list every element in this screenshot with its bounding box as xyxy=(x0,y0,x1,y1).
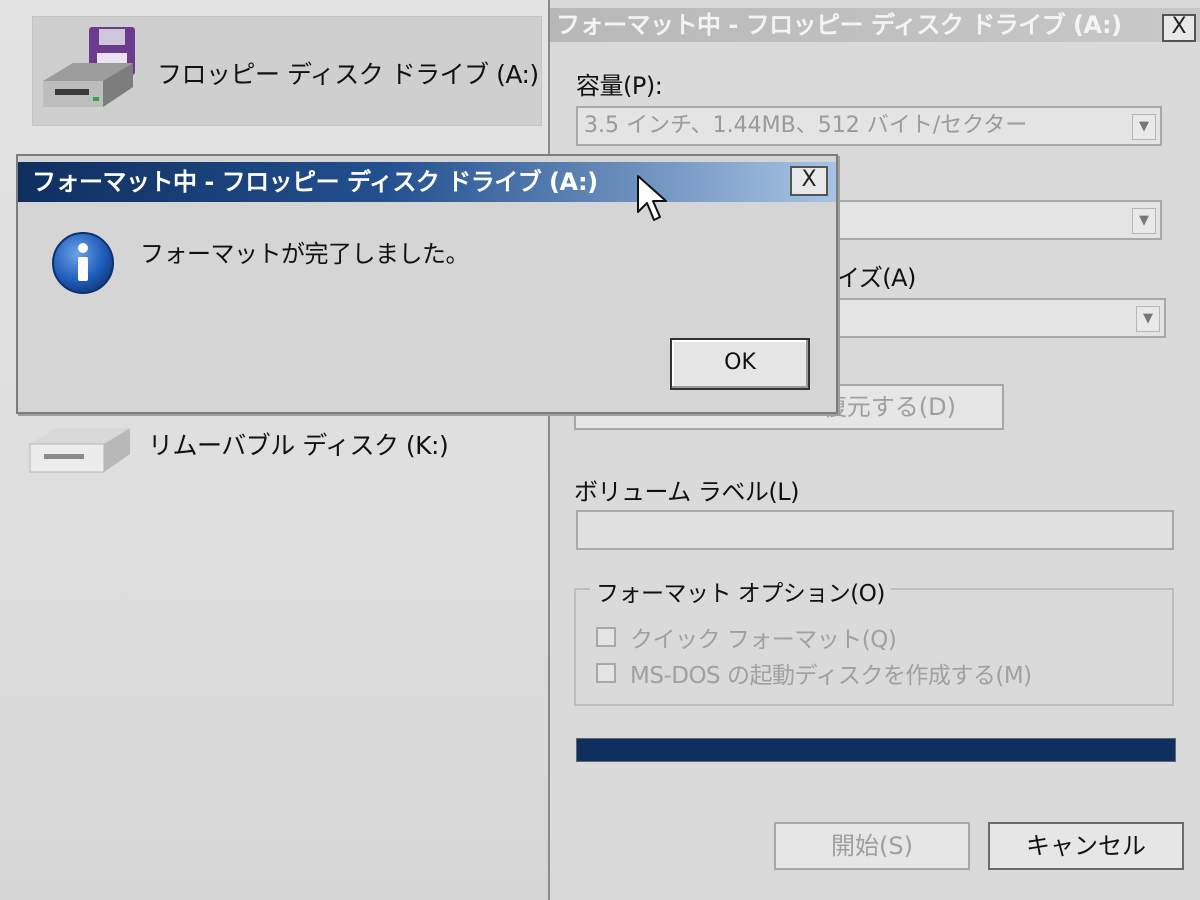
mouse-cursor-icon xyxy=(636,174,670,228)
info-icon xyxy=(50,230,116,300)
floppy-drive-icon xyxy=(33,17,143,123)
volume-label-input[interactable] xyxy=(576,510,1174,550)
close-icon: X xyxy=(1171,14,1187,39)
explorer-pane: フロッピー ディスク ドライブ (A:) リムーバブル ディスク (K:) xyxy=(0,0,548,900)
cancel-label: キャンセル xyxy=(1026,832,1146,860)
volume-label-heading: ボリューム ラベル(L) xyxy=(574,478,800,506)
msdos-boot-option[interactable]: MS-DOS の起動ディスクを作成する(M) xyxy=(596,656,1032,690)
drive-label: リムーバブル ディスク (K:) xyxy=(148,431,449,460)
format-dialog-title: フォーマット中 - フロッピー ディスク ドライブ (A:) xyxy=(550,8,1200,42)
capacity-value: 3.5 インチ、1.44MB、512 バイト/セクター xyxy=(584,113,1028,138)
progress-fill xyxy=(577,739,1175,761)
chevron-down-icon: ▼ xyxy=(1132,208,1156,234)
capacity-select[interactable]: 3.5 インチ、1.44MB、512 バイト/セクター ▼ xyxy=(576,106,1162,146)
message-dialog-title: フォーマット中 - フロッピー ディスク ドライブ (A:) xyxy=(18,162,836,202)
msdos-boot-checkbox[interactable] xyxy=(596,663,616,683)
drive-item-removable[interactable]: リムーバブル ディスク (K:) xyxy=(26,420,526,500)
format-progress-bar xyxy=(576,738,1176,762)
message-dialog-close-button[interactable]: X xyxy=(790,166,828,196)
quick-format-label: クイック フォーマット(Q) xyxy=(630,627,897,653)
quick-format-option[interactable]: クイック フォーマット(Q) xyxy=(596,620,897,654)
capacity-label: 容量(P): xyxy=(576,72,663,100)
start-label: 開始(S) xyxy=(831,832,913,860)
msdos-boot-label: MS-DOS の起動ディスクを作成する(M) xyxy=(630,663,1032,689)
format-complete-dialog: フォーマット中 - フロッピー ディスク ドライブ (A:) X フォーマットが… xyxy=(16,154,838,414)
chevron-down-icon: ▼ xyxy=(1132,114,1156,140)
cancel-button[interactable]: キャンセル xyxy=(988,822,1184,870)
start-button[interactable]: 開始(S) xyxy=(774,822,970,870)
restore-defaults-label: 復元する(D) xyxy=(822,393,956,421)
close-icon: X xyxy=(801,167,817,192)
quick-format-checkbox[interactable] xyxy=(596,627,616,647)
removable-drive-icon xyxy=(26,420,134,486)
allocation-size-label: イズ(A) xyxy=(836,264,916,292)
format-dialog-close-button[interactable]: X xyxy=(1162,14,1196,42)
ok-label: OK xyxy=(724,350,756,375)
drive-item-floppy[interactable]: フロッピー ディスク ドライブ (A:) xyxy=(32,16,542,126)
format-options-title: フォーマット オプション(O) xyxy=(590,574,891,608)
drive-label: フロッピー ディスク ドライブ (A:) xyxy=(157,60,539,89)
ok-button[interactable]: OK xyxy=(670,338,810,390)
message-text: フォーマットが完了しました。 xyxy=(140,240,470,268)
chevron-down-icon: ▼ xyxy=(1136,306,1160,332)
